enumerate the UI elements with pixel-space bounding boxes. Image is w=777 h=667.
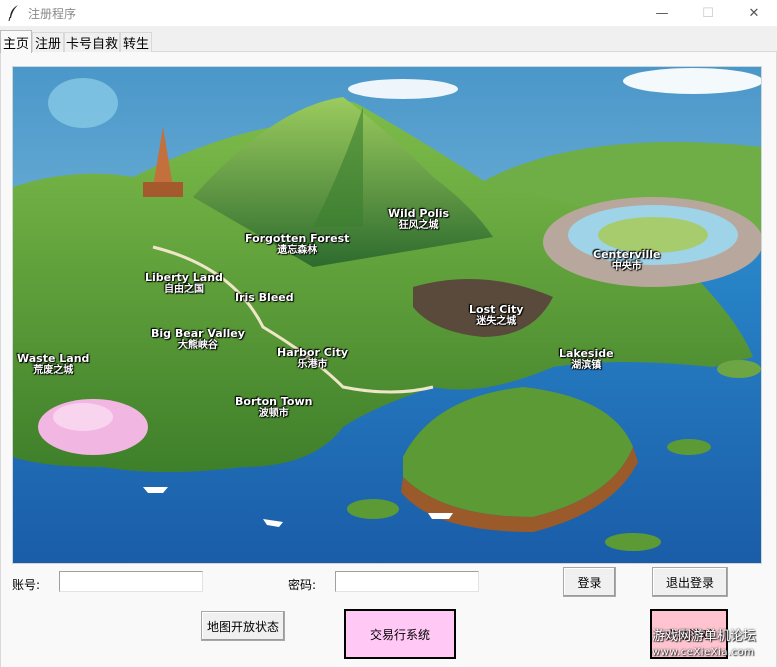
logout-button[interactable]: 退出登录 bbox=[652, 567, 728, 597]
map-label: Forgotten Forest 遗忘森林 bbox=[245, 232, 350, 257]
account-label: 账号: bbox=[12, 578, 41, 592]
map-label: Lost City 迷失之城 bbox=[469, 303, 524, 328]
tab-card-recovery[interactable]: 卡号自救 bbox=[64, 32, 120, 52]
map-label: Wild Polis 狂风之城 bbox=[388, 207, 450, 232]
map-label: Borton Town 波顿市 bbox=[235, 395, 313, 420]
title-bar: 注册程序 — ☐ ✕ bbox=[0, 0, 777, 26]
tab-bar: 主页 注册 卡号自救 转生 bbox=[0, 30, 777, 53]
watermark-url: www.ceXieXia.com bbox=[652, 647, 755, 658]
map-label: Harbor City 乐港市 bbox=[277, 346, 349, 371]
map-label: Waste Land 荒废之城 bbox=[17, 352, 90, 377]
watermark-title: 游戏网游单机论坛 bbox=[652, 629, 757, 644]
close-button[interactable]: ✕ bbox=[731, 0, 777, 26]
login-button[interactable]: 登录 bbox=[563, 567, 616, 597]
map-label: Liberty Land 自由之国 bbox=[145, 271, 223, 296]
maximize-button[interactable]: ☐ bbox=[685, 0, 731, 26]
world-map-image: Forgotten Forest 遗忘森林 Wild Polis 狂风之城 Cent… bbox=[12, 66, 762, 564]
minimize-icon: — bbox=[655, 5, 669, 21]
trade-system-button[interactable]: 交易行系统 bbox=[344, 609, 456, 659]
map-label: Lakeside 湖滨镇 bbox=[559, 347, 614, 372]
feather-icon bbox=[6, 5, 22, 21]
maximize-icon: ☐ bbox=[702, 5, 714, 21]
map-status-button[interactable]: 地图开放状态 bbox=[201, 611, 285, 641]
map-label: Big Bear Valley 大熊峡谷 bbox=[151, 327, 245, 352]
site-watermark: 游戏网游单机论坛 www.ceXieXia.com bbox=[652, 629, 777, 667]
tab-register[interactable]: 注册 bbox=[32, 32, 64, 52]
minimize-button[interactable]: — bbox=[639, 0, 685, 26]
window-title: 注册程序 bbox=[28, 6, 77, 21]
account-input[interactable] bbox=[59, 571, 203, 592]
tab-home[interactable]: 主页 bbox=[0, 30, 32, 53]
map-label: Iris Bleed bbox=[235, 291, 294, 304]
password-input[interactable] bbox=[335, 571, 479, 592]
map-label: Centerville 中央市 bbox=[593, 248, 661, 273]
password-label: 密码: bbox=[288, 578, 317, 592]
tab-rebirth[interactable]: 转生 bbox=[120, 32, 152, 52]
close-icon: ✕ bbox=[748, 5, 760, 21]
